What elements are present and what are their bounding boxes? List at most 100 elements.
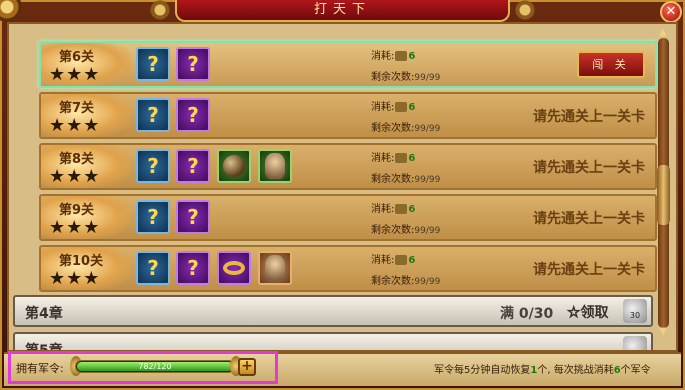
level-name-block: 第10关 ★★★ [41, 247, 131, 290]
remaining-label: 剩余次数: [371, 276, 415, 287]
general-portrait-icon[interactable] [258, 149, 292, 183]
orb-item-icon[interactable] [217, 149, 251, 183]
remaining-value: 99/99 [414, 226, 441, 236]
tokens-label: 拥有军令: [16, 362, 64, 375]
cost-info: 消耗: 6 [371, 47, 415, 62]
cost-value: 6 [408, 153, 416, 164]
claim-button[interactable]: ☆领取 [566, 302, 609, 322]
reward-item-icon[interactable]: ? [176, 200, 210, 234]
cost-label: 消耗: [371, 51, 395, 62]
level-name-block: 第9关 ★★★ [41, 196, 131, 239]
token-icon [395, 153, 408, 163]
token-icon [395, 102, 408, 112]
level-name-block: 第7关 ★★★ [41, 94, 131, 137]
cost-label: 消耗: [371, 102, 395, 113]
cost-value: 6 [408, 102, 416, 113]
add-tokens-button[interactable]: + [238, 358, 256, 376]
reward-item-icon[interactable]: ? [176, 98, 210, 132]
token-icon [395, 51, 408, 61]
token-icon [395, 255, 408, 265]
level-row[interactable]: 第9关 ★★★ ? ? 消耗: 6 剩余次数:99/99 请先通关上一关卡 [39, 194, 657, 241]
title-ornament-right [510, 0, 540, 20]
ring-item-icon[interactable] [217, 251, 251, 285]
chapter-progress: 满 0/30 [500, 306, 554, 322]
level-row[interactable]: 第7关 ★★★ ? ? 消耗: 6 剩余次数:99/99 请先通关上一关卡 [39, 92, 657, 139]
dialog-title: 打天下 [175, 0, 510, 22]
reward-item-icon[interactable]: ? [176, 47, 210, 81]
chest-icon[interactable]: 30 [623, 299, 647, 323]
scroll-up-arrow-icon[interactable]: ▲ [656, 27, 670, 39]
chapter-row[interactable]: 第5章 [13, 332, 653, 350]
scroll-down-arrow-icon[interactable]: ▼ [656, 326, 670, 338]
locked-status: 请先通关上一关卡 [533, 109, 645, 125]
general-face-icon [265, 255, 285, 281]
locked-status: 请先通关上一关卡 [533, 160, 645, 176]
reward-item-icon[interactable]: ? [136, 149, 170, 183]
cost-info: 消耗: 6 [371, 98, 415, 113]
ring-icon [223, 261, 245, 275]
remaining-value: 99/99 [414, 277, 441, 287]
chest-icon[interactable] [623, 336, 647, 350]
level-name: 第10关 [59, 254, 104, 269]
reward-item-icon[interactable]: ? [176, 251, 210, 285]
cost-label: 消耗: [371, 255, 395, 266]
remaining-label: 剩余次数: [371, 123, 415, 134]
reward-item-icon[interactable]: ? [136, 200, 170, 234]
recovery-suffix: 个军令 [620, 365, 651, 376]
scrollbar-thumb[interactable] [657, 165, 670, 225]
level-name: 第6关 [59, 50, 95, 65]
remaining-label: 剩余次数: [371, 72, 415, 83]
remaining-value: 99/99 [414, 73, 441, 83]
cost-label: 消耗: [371, 153, 395, 164]
level-name: 第7关 [59, 101, 95, 116]
tokens-value: 782/120 [138, 362, 172, 371]
recovery-info: 军令每5分钟自动恢复1个, 每次挑战消耗6个军令 [434, 361, 651, 376]
tokens-progress-bar: 782/120 [75, 360, 235, 373]
token-icon [395, 204, 408, 214]
general-portrait-icon[interactable] [258, 251, 292, 285]
close-button[interactable]: ✕ [660, 1, 682, 23]
general-face-icon [265, 153, 285, 179]
star-rating-icon: ★★★ [49, 115, 101, 136]
level-name-block: 第8关 ★★★ [41, 145, 131, 188]
claim-label: 领取 [580, 305, 609, 321]
remaining-label: 剩余次数: [371, 174, 415, 185]
challenge-button[interactable]: 闯 关 [577, 51, 645, 78]
reward-item-icon[interactable]: ? [176, 149, 210, 183]
chapter-name: 第4章 [25, 306, 63, 322]
level-row[interactable]: 第10关 ★★★ ? ? 消耗: 6 剩余次数:99/99 请先通关上一关卡 [39, 245, 657, 292]
cost-info: 消耗: 6 [371, 149, 415, 164]
title-ornament-left [145, 0, 175, 20]
remaining-label: 剩余次数: [371, 225, 415, 236]
cost-value: 6 [408, 255, 416, 266]
level-row[interactable]: 第8关 ★★★ ? ? 消耗: 6 剩余次数:99/99 请先通关上一关卡 [39, 143, 657, 190]
reward-item-icon[interactable]: ? [136, 47, 170, 81]
locked-status: 请先通关上一关卡 [533, 262, 645, 278]
remaining-info: 剩余次数:99/99 [371, 119, 440, 134]
cost-value: 6 [408, 204, 416, 215]
remaining-value: 99/99 [414, 124, 441, 134]
remaining-info: 剩余次数:99/99 [371, 272, 440, 287]
star-rating-icon: ★★★ [49, 166, 101, 187]
challenge-cost: 6 [613, 365, 621, 376]
star-rating-icon: ★★★ [49, 64, 101, 85]
reward-item-icon[interactable]: ? [136, 98, 170, 132]
cost-label: 消耗: [371, 204, 395, 215]
remaining-info: 剩余次数:99/99 [371, 68, 440, 83]
cost-info: 消耗: 6 [371, 200, 415, 215]
cost-info: 消耗: 6 [371, 251, 415, 266]
level-row[interactable]: 第6关 ★★★ ? ? 消耗: 6 剩余次数:99/99 闯 关 [39, 41, 657, 88]
remaining-value: 99/99 [414, 175, 441, 185]
level-name: 第9关 [59, 203, 95, 218]
star-icon: ☆ [566, 303, 581, 322]
recovery-mid: 个, 每次挑战消耗 [537, 365, 614, 376]
cost-value: 6 [408, 51, 416, 62]
chapter-row[interactable]: 第4章 满 0/30 ☆领取 30 [13, 295, 653, 327]
reward-item-icon[interactable]: ? [136, 251, 170, 285]
level-name-block: 第6关 ★★★ [41, 43, 131, 86]
remaining-info: 剩余次数:99/99 [371, 221, 440, 236]
level-list: 第6关 ★★★ ? ? 消耗: 6 剩余次数:99/99 闯 关 第7关 ★★★ … [7, 22, 678, 352]
orb-icon [223, 155, 245, 177]
locked-status: 请先通关上一关卡 [533, 211, 645, 227]
recovery-prefix: 军令每5分钟自动恢复 [434, 365, 531, 376]
